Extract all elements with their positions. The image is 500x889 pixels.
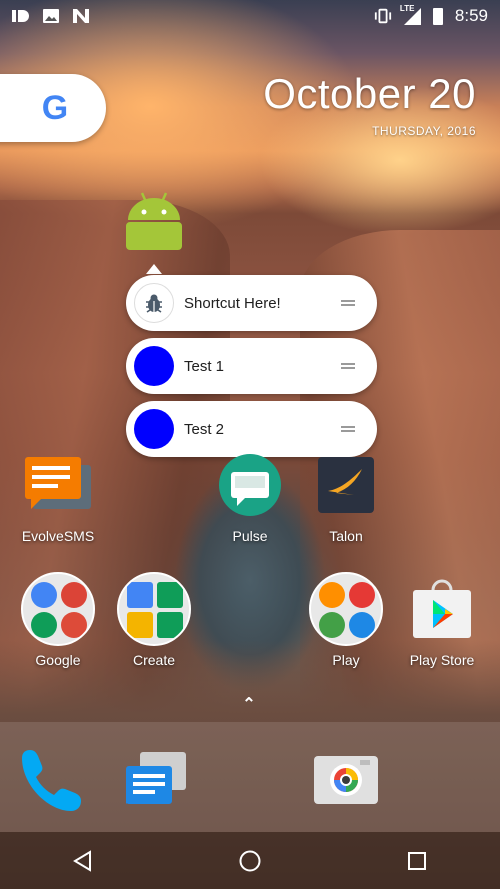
google-search-widget[interactable]: G [0, 74, 106, 142]
evolvesms-icon [21, 448, 95, 522]
phone-icon[interactable] [22, 748, 96, 812]
play-games-icon [319, 612, 345, 638]
status-bar-left [12, 8, 90, 24]
app-drawer-arrow-icon[interactable]: ⌃ [242, 697, 256, 713]
play-movies-icon [349, 582, 375, 608]
bug-icon [134, 283, 174, 323]
talon-icon [309, 448, 383, 522]
app-folder-play[interactable]: Play [298, 572, 394, 668]
google-logo-icon: G [41, 88, 69, 127]
android-app-icon[interactable] [126, 190, 182, 250]
pulse-icon [213, 448, 287, 522]
app-label: Play [332, 652, 360, 668]
status-bar-right: LTE 8:59 [374, 4, 488, 26]
app-folder-create[interactable]: Create [106, 572, 202, 668]
home-button[interactable] [237, 848, 263, 874]
blue-circle-icon [134, 346, 174, 386]
drag-handle-icon[interactable] [341, 300, 355, 306]
slides-icon [127, 612, 153, 638]
app-play-store[interactable]: Play Store [394, 572, 490, 668]
signal-icon: LTE [400, 4, 421, 25]
date-widget-weekday: THURSDAY, 2016 [372, 124, 476, 138]
play-music-icon [319, 582, 345, 608]
blue-circle-icon [134, 409, 174, 449]
n-icon [72, 8, 90, 24]
google-plus-icon [61, 612, 87, 638]
app-pulse[interactable]: Pulse [202, 448, 298, 544]
create-folder-icon [117, 572, 191, 646]
date-widget-date[interactable]: October 20 [263, 70, 476, 118]
app-label: Pulse [232, 528, 268, 544]
shortcut-label: Test 2 [184, 420, 225, 438]
camera-icon[interactable] [312, 748, 386, 812]
navigation-bar [0, 832, 500, 889]
drag-handle-icon[interactable] [341, 426, 355, 432]
drive-icon [157, 612, 183, 638]
google-folder-icon [21, 572, 95, 646]
status-bar: LTE 8:59 [0, 0, 500, 32]
docs-icon [127, 582, 153, 608]
play-store-icon [405, 572, 479, 646]
app-label: Play Store [409, 652, 475, 668]
app-folder-google[interactable]: Google [10, 572, 106, 668]
data-icon [12, 8, 30, 24]
network-type: LTE [399, 3, 415, 13]
gmail-icon [61, 582, 87, 608]
shortcut-item-test-1[interactable]: Test 1 [126, 338, 377, 394]
sheets-icon [157, 582, 183, 608]
google-app-icon [31, 582, 57, 608]
vibrate-icon [374, 8, 392, 24]
app-label: Google [35, 652, 81, 668]
app-talon[interactable]: Talon [298, 448, 394, 544]
back-button[interactable] [70, 848, 96, 874]
play-books-icon [349, 612, 375, 638]
app-label: Talon [329, 528, 363, 544]
shortcut-label: Shortcut Here! [184, 294, 281, 312]
play-folder-icon [309, 572, 383, 646]
app-label: Create [132, 652, 176, 668]
maps-icon [31, 612, 57, 638]
shortcut-item-shortcut-here[interactable]: Shortcut Here! [126, 275, 377, 331]
status-time: 8:59 [454, 6, 488, 25]
app-label: EvolveSMS [21, 528, 95, 544]
messages-icon[interactable] [120, 748, 194, 812]
popup-pointer [146, 264, 162, 274]
recents-button[interactable] [404, 848, 430, 874]
shortcut-label: Test 1 [184, 357, 225, 375]
battery-icon [432, 7, 443, 25]
image-icon [42, 8, 60, 24]
drag-handle-icon[interactable] [341, 363, 355, 369]
app-evolvesms[interactable]: EvolveSMS [10, 448, 106, 544]
